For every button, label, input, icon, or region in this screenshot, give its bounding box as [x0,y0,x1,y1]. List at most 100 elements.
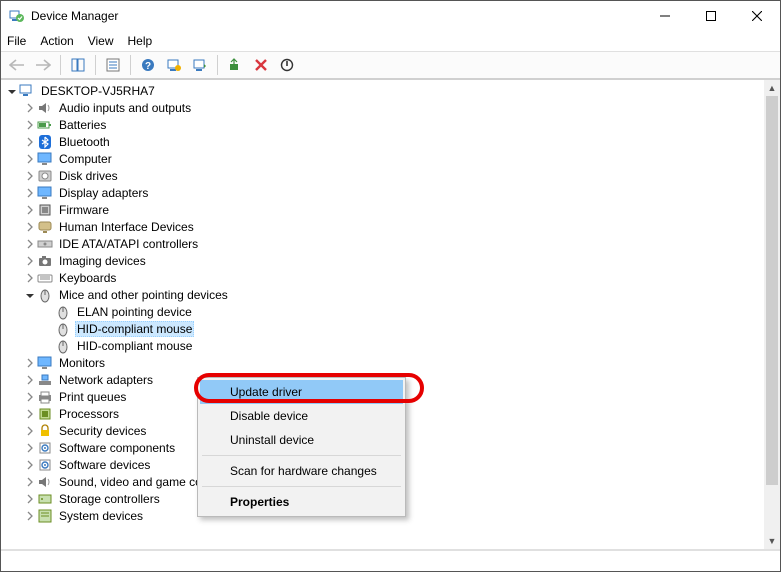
tree-row-cat-12[interactable]: Monitors [1,354,764,371]
chevron-right-icon[interactable] [23,135,37,149]
tree-row-child-11-2[interactable]: HID-compliant mouse [1,337,764,354]
window-title: Device Manager [31,9,642,23]
tree-label: System devices [57,509,145,523]
speaker-icon [37,100,53,116]
chip-icon [37,202,53,218]
tree-row-cat-7[interactable]: Human Interface Devices [1,218,764,235]
menu-action[interactable]: Action [40,34,73,48]
toolbar-properties-button[interactable] [101,54,125,76]
tree-row-cat-6[interactable]: Firmware [1,201,764,218]
tree-row-cat-9[interactable]: Imaging devices [1,252,764,269]
cpu-icon [37,406,53,422]
chevron-right-icon[interactable] [23,118,37,132]
tree-row-cat-11[interactable]: Mice and other pointing devices [1,286,764,303]
toolbar-separator [130,55,131,75]
toolbar-back-button[interactable] [5,54,29,76]
app-icon [9,8,25,24]
tree-label: ELAN pointing device [75,305,194,319]
scroll-thumb[interactable] [766,96,778,485]
menu-view[interactable]: View [88,34,114,48]
tree-label: Monitors [57,356,107,370]
toolbar-show-hide-button[interactable] [66,54,90,76]
camera-icon [37,253,53,269]
tree-row-root[interactable]: DESKTOP-VJ5RHA7 [1,82,764,99]
tree-label: Keyboards [57,271,118,285]
context-disable-device[interactable]: Disable device [200,404,403,428]
status-bar [1,549,780,571]
toolbar-enable-button[interactable] [188,54,212,76]
tree-row-child-11-0[interactable]: ELAN pointing device [1,303,764,320]
chevron-right-icon[interactable] [23,424,37,438]
chevron-right-icon[interactable] [23,237,37,251]
tree-label: Security devices [57,424,148,438]
context-scan-hardware[interactable]: Scan for hardware changes [200,459,403,483]
bluetooth-icon [37,134,53,150]
tree-label: HID-compliant mouse [75,321,194,337]
chevron-down-icon[interactable] [5,84,19,98]
tree-label: Batteries [57,118,108,132]
menu-file[interactable]: File [7,34,26,48]
mouse-icon [55,338,71,354]
toolbar-scan-hardware-button[interactable] [162,54,186,76]
close-button[interactable] [734,1,780,31]
chevron-right-icon[interactable] [23,407,37,421]
tree-row-cat-4[interactable]: Disk drives [1,167,764,184]
tree-row-cat-3[interactable]: Computer [1,150,764,167]
chevron-right-icon[interactable] [23,441,37,455]
keyboard-icon [37,270,53,286]
monitor-icon [37,355,53,371]
chevron-right-icon[interactable] [23,492,37,506]
chevron-right-icon[interactable] [23,271,37,285]
menu-bar: File Action View Help [1,31,780,51]
tree-label: Software devices [57,458,152,472]
chevron-right-icon[interactable] [23,390,37,404]
storage-icon [37,491,53,507]
tree-row-cat-8[interactable]: IDE ATA/ATAPI controllers [1,235,764,252]
chevron-right-icon[interactable] [23,373,37,387]
tree-row-cat-5[interactable]: Display adapters [1,184,764,201]
scroll-track[interactable] [764,96,780,533]
toolbar-help-button[interactable]: ? [136,54,160,76]
chevron-right-icon[interactable] [23,509,37,523]
chevron-right-icon[interactable] [23,254,37,268]
toolbar: ? [1,51,780,79]
menu-help[interactable]: Help [128,34,153,48]
context-update-driver[interactable]: Update driver [200,380,403,404]
chevron-right-icon[interactable] [23,220,37,234]
tree-row-cat-1[interactable]: Batteries [1,116,764,133]
chevron-right-icon[interactable] [23,458,37,472]
chevron-down-icon[interactable] [23,288,37,302]
chevron-right-icon[interactable] [23,203,37,217]
scroll-down-arrow-icon[interactable]: ▼ [764,533,780,549]
maximize-button[interactable] [688,1,734,31]
chevron-right-icon[interactable] [23,152,37,166]
tree-label: Software components [57,441,177,455]
context-properties[interactable]: Properties [200,490,403,514]
software-icon [37,457,53,473]
vertical-scrollbar[interactable]: ▲ ▼ [764,80,780,549]
chevron-none [41,339,55,353]
disk-icon [37,168,53,184]
software-icon [37,440,53,456]
chevron-right-icon[interactable] [23,356,37,370]
network-icon [37,372,53,388]
tree-row-cat-0[interactable]: Audio inputs and outputs [1,99,764,116]
toolbar-uninstall-button[interactable] [249,54,273,76]
tree-label: Mice and other pointing devices [57,288,230,302]
chevron-right-icon[interactable] [23,101,37,115]
chevron-right-icon[interactable] [23,186,37,200]
chevron-right-icon[interactable] [23,169,37,183]
toolbar-disable-button[interactable] [275,54,299,76]
chevron-right-icon[interactable] [23,475,37,489]
tree-row-child-11-1[interactable]: HID-compliant mouse [1,320,764,337]
toolbar-forward-button[interactable] [31,54,55,76]
tree-row-cat-10[interactable]: Keyboards [1,269,764,286]
scroll-up-arrow-icon[interactable]: ▲ [764,80,780,96]
tree-label: Imaging devices [57,254,148,268]
minimize-button[interactable] [642,1,688,31]
tree-row-cat-2[interactable]: Bluetooth [1,133,764,150]
toolbar-separator [217,55,218,75]
context-uninstall-device[interactable]: Uninstall device [200,428,403,452]
toolbar-update-driver-button[interactable] [223,54,247,76]
toolbar-separator [95,55,96,75]
